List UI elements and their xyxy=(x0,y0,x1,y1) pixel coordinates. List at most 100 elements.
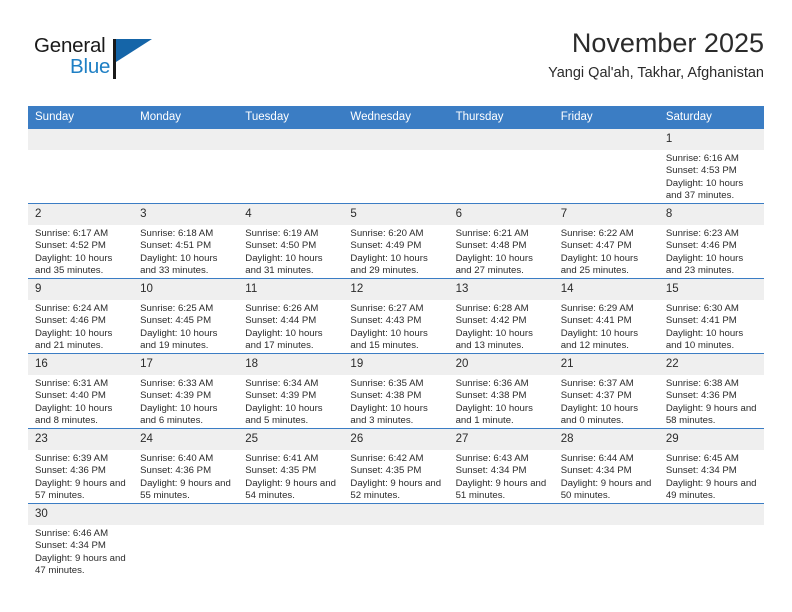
day-number: 19 xyxy=(343,354,449,375)
daylight-text: Daylight: 9 hours and 51 minutes. xyxy=(455,477,547,501)
calendar-week-row: 16 Sunrise: 6:31 AM Sunset: 4:40 PM Dayligh… xyxy=(28,353,764,429)
calendar-day-cell[interactable]: 19 Sunrise: 6:35 AM Sunset: 4:38 PM Dayligh… xyxy=(343,353,449,429)
calendar-day-cell-empty xyxy=(343,129,449,204)
daylight-text: Daylight: 10 hours and 10 minutes. xyxy=(665,327,744,351)
calendar-day-cell[interactable]: 27 Sunrise: 6:43 AM Sunset: 4:34 PM Dayligh… xyxy=(448,428,554,504)
day-sun-info: Sunrise: 6:25 AM Sunset: 4:45 PM Daylight:… xyxy=(133,300,238,352)
sunrise-text: Sunrise: 6:38 AM xyxy=(665,378,739,389)
calendar-day-cell[interactable]: 15 Sunrise: 6:30 AM Sunset: 4:41 PM Dayligh… xyxy=(658,278,764,354)
calendar-day-cell[interactable]: 22 Sunrise: 6:38 AM Sunset: 4:36 PM Dayligh… xyxy=(658,353,764,429)
day-number: 30 xyxy=(28,504,134,525)
sunrise-text: Sunrise: 6:35 AM xyxy=(350,378,424,389)
day-number: 26 xyxy=(343,429,449,450)
calendar-day-cell[interactable]: 8 Sunrise: 6:23 AM Sunset: 4:46 PM Daylight… xyxy=(658,203,764,279)
calendar-page: General Blue November 2025 Yangi Qal'ah,… xyxy=(0,0,792,612)
sunset-text: Sunset: 4:36 PM xyxy=(665,390,737,402)
day-number: 12 xyxy=(343,279,449,300)
calendar-day-cell-empty xyxy=(343,503,449,578)
sunset-text: Sunset: 4:41 PM xyxy=(665,315,737,327)
calendar-day-cell-empty xyxy=(553,129,659,204)
sunset-text: Sunset: 4:48 PM xyxy=(455,240,527,252)
calendar-day-cell[interactable]: 24 Sunrise: 6:40 AM Sunset: 4:36 PM Dayligh… xyxy=(133,428,239,504)
daylight-text: Daylight: 10 hours and 25 minutes. xyxy=(560,252,639,276)
day-number: 9 xyxy=(28,279,134,300)
calendar-day-cell[interactable]: 21 Sunrise: 6:37 AM Sunset: 4:37 PM Dayligh… xyxy=(553,353,659,429)
day-sun-info: Sunrise: 6:41 AM Sunset: 4:35 PM Daylight:… xyxy=(238,450,343,502)
calendar-day-cell-empty xyxy=(133,503,239,578)
sunrise-text: Sunrise: 6:43 AM xyxy=(455,453,529,464)
calendar-day-cell[interactable]: 7 Sunrise: 6:22 AM Sunset: 4:47 PM Daylight… xyxy=(553,203,659,279)
daylight-text: Daylight: 10 hours and 29 minutes. xyxy=(350,252,428,276)
calendar-day-cell[interactable]: 13 Sunrise: 6:28 AM Sunset: 4:42 PM Dayligh… xyxy=(448,278,554,354)
calendar-day-cell-empty xyxy=(133,129,239,204)
day-sun-info: Sunrise: 6:42 AM Sunset: 4:35 PM Daylight:… xyxy=(343,450,448,502)
day-sun-info: Sunrise: 6:30 AM Sunset: 4:41 PM Daylight:… xyxy=(659,300,764,352)
calendar-day-cell[interactable]: 4 Sunrise: 6:19 AM Sunset: 4:50 PM Daylight… xyxy=(238,203,344,279)
sunset-text: Sunset: 4:43 PM xyxy=(350,315,422,327)
weekday-header-friday: Friday xyxy=(553,106,659,129)
daylight-text: Daylight: 10 hours and 15 minutes. xyxy=(350,327,428,351)
calendar-day-cell[interactable]: 29 Sunrise: 6:45 AM Sunset: 4:34 PM Dayligh… xyxy=(658,428,764,504)
sunrise-text: Sunrise: 6:39 AM xyxy=(35,453,109,464)
day-sun-info: Sunrise: 6:24 AM Sunset: 4:46 PM Daylight:… xyxy=(28,300,133,352)
calendar-day-cell[interactable]: 12 Sunrise: 6:27 AM Sunset: 4:43 PM Dayligh… xyxy=(343,278,449,354)
calendar-week-row: 2 Sunrise: 6:17 AM Sunset: 4:52 PM Daylight… xyxy=(28,203,764,279)
day-number-placeholder xyxy=(133,129,239,150)
sunset-text: Sunset: 4:34 PM xyxy=(665,465,737,477)
calendar-day-cell[interactable]: 10 Sunrise: 6:25 AM Sunset: 4:45 PM Dayligh… xyxy=(133,278,239,354)
sunset-text: Sunset: 4:36 PM xyxy=(35,465,106,477)
calendar-day-cell[interactable]: 18 Sunrise: 6:34 AM Sunset: 4:39 PM Dayligh… xyxy=(238,353,344,429)
calendar-day-cell[interactable]: 17 Sunrise: 6:33 AM Sunset: 4:39 PM Dayligh… xyxy=(133,353,239,429)
calendar-day-cell-empty xyxy=(553,503,659,578)
daylight-text: Daylight: 10 hours and 5 minutes. xyxy=(245,402,323,426)
calendar-day-cell[interactable]: 25 Sunrise: 6:41 AM Sunset: 4:35 PM Dayligh… xyxy=(238,428,344,504)
calendar-day-cell[interactable]: 9 Sunrise: 6:24 AM Sunset: 4:46 PM Daylight… xyxy=(28,278,134,354)
day-number: 27 xyxy=(448,429,554,450)
calendar-day-cell[interactable]: 16 Sunrise: 6:31 AM Sunset: 4:40 PM Dayligh… xyxy=(28,353,134,429)
day-number: 22 xyxy=(658,354,764,375)
calendar-day-cell[interactable]: 3 Sunrise: 6:18 AM Sunset: 4:51 PM Daylight… xyxy=(133,203,239,279)
sunrise-text: Sunrise: 6:19 AM xyxy=(245,228,319,239)
sunset-text: Sunset: 4:36 PM xyxy=(140,465,212,477)
calendar-day-cell[interactable]: 23 Sunrise: 6:39 AM Sunset: 4:36 PM Dayligh… xyxy=(28,428,134,504)
sunset-text: Sunset: 4:53 PM xyxy=(665,165,737,177)
weekday-header-tuesday: Tuesday xyxy=(238,106,344,129)
sunrise-text: Sunrise: 6:20 AM xyxy=(350,228,424,239)
generalblue-logo[interactable]: General Blue xyxy=(34,34,214,90)
weekday-header-saturday: Saturday xyxy=(658,106,764,129)
day-sun-info: Sunrise: 6:29 AM Sunset: 4:41 PM Daylight:… xyxy=(554,300,659,352)
day-number: 4 xyxy=(238,204,344,225)
day-number-placeholder xyxy=(448,504,554,525)
day-number-placeholder xyxy=(343,504,449,525)
sunset-text: Sunset: 4:46 PM xyxy=(35,315,106,327)
day-sun-info: Sunrise: 6:19 AM Sunset: 4:50 PM Daylight:… xyxy=(238,225,343,277)
calendar-day-cell[interactable]: 1 Sunrise: 6:16 AM Sunset: 4:53 PM Daylight… xyxy=(658,129,764,204)
calendar-day-cell[interactable]: 28 Sunrise: 6:44 AM Sunset: 4:34 PM Dayligh… xyxy=(553,428,659,504)
day-number: 20 xyxy=(448,354,554,375)
calendar-day-cell[interactable]: 11 Sunrise: 6:26 AM Sunset: 4:44 PM Dayligh… xyxy=(238,278,344,354)
sunset-text: Sunset: 4:35 PM xyxy=(350,465,422,477)
calendar-day-cell[interactable]: 6 Sunrise: 6:21 AM Sunset: 4:48 PM Daylight… xyxy=(448,203,554,279)
day-sun-info: Sunrise: 6:18 AM Sunset: 4:51 PM Daylight:… xyxy=(133,225,238,277)
daylight-text: Daylight: 10 hours and 27 minutes. xyxy=(455,252,533,276)
sunset-text: Sunset: 4:38 PM xyxy=(350,390,422,402)
day-number: 17 xyxy=(133,354,239,375)
calendar-day-cell[interactable]: 2 Sunrise: 6:17 AM Sunset: 4:52 PM Daylight… xyxy=(28,203,134,279)
sunrise-text: Sunrise: 6:26 AM xyxy=(245,303,319,314)
calendar-day-cell[interactable]: 26 Sunrise: 6:42 AM Sunset: 4:35 PM Dayligh… xyxy=(343,428,449,504)
day-sun-info: Sunrise: 6:33 AM Sunset: 4:39 PM Daylight:… xyxy=(133,375,238,427)
daylight-text: Daylight: 9 hours and 55 minutes. xyxy=(140,477,231,501)
sunset-text: Sunset: 4:39 PM xyxy=(245,390,317,402)
calendar-day-cell[interactable]: 14 Sunrise: 6:29 AM Sunset: 4:41 PM Dayligh… xyxy=(553,278,659,354)
calendar-day-cell[interactable]: 20 Sunrise: 6:36 AM Sunset: 4:38 PM Dayligh… xyxy=(448,353,554,429)
day-number: 10 xyxy=(133,279,239,300)
sunrise-text: Sunrise: 6:37 AM xyxy=(560,378,634,389)
logo-text-blue: Blue xyxy=(70,55,111,78)
calendar-day-cell[interactable]: 5 Sunrise: 6:20 AM Sunset: 4:49 PM Daylight… xyxy=(343,203,449,279)
day-number: 15 xyxy=(658,279,764,300)
day-sun-info: Sunrise: 6:27 AM Sunset: 4:43 PM Daylight:… xyxy=(343,300,448,352)
calendar-day-cell[interactable]: 30 Sunrise: 6:46 AM Sunset: 4:34 PM Dayligh… xyxy=(28,503,134,578)
sunrise-text: Sunrise: 6:40 AM xyxy=(140,453,214,464)
sunrise-text: Sunrise: 6:41 AM xyxy=(245,453,319,464)
calendar-week-row: 30 Sunrise: 6:46 AM Sunset: 4:34 PM Dayligh… xyxy=(28,503,764,578)
